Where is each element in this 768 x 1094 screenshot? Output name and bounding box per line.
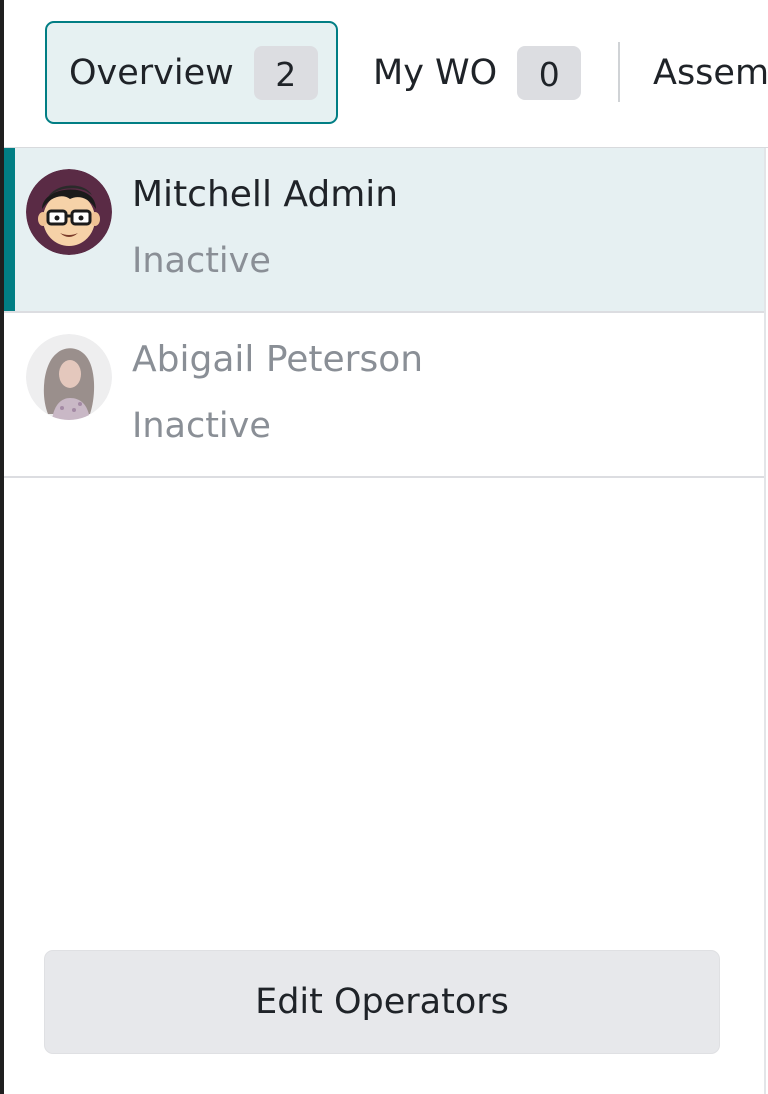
tab-overview[interactable]: Overview 2 (45, 21, 338, 124)
tab-my-wo-label: My WO (373, 52, 498, 93)
tab-separator (618, 42, 620, 102)
operator-name: Abigail Peterson (132, 339, 424, 380)
right-edge-divider (764, 148, 766, 1094)
operator-status: Inactive (132, 406, 271, 446)
operator-row-abigail-peterson[interactable]: Abigail Peterson Inactive (4, 313, 764, 478)
operator-row-mitchell-admin[interactable]: Mitchell Admin Inactive (4, 148, 764, 313)
edit-operators-button[interactable]: Edit Operators (44, 950, 720, 1054)
filter-bar: Overview 2 My WO 0 Assem (4, 0, 768, 148)
operator-status: Inactive (132, 241, 271, 281)
tab-my-wo-count-badge: 0 (517, 45, 582, 100)
tab-assembly-label: Assem (653, 52, 768, 93)
operator-name: Mitchell Admin (132, 174, 399, 215)
photo-avatar-icon (26, 334, 112, 420)
cartoon-avatar-icon (26, 169, 112, 255)
tab-overview-count-badge: 2 (253, 45, 318, 100)
operator-list: Mitchell Admin Inactive Abigail Peterson… (4, 148, 764, 478)
workcenter-panel: Overview 2 My WO 0 Assem Mitchell Admin … (0, 0, 768, 1094)
mitchell-admin-avatar (26, 169, 112, 255)
tab-overview-label: Overview (69, 52, 234, 93)
tab-my-wo[interactable]: My WO 0 (373, 21, 582, 124)
abigail-peterson-avatar (26, 334, 112, 420)
tab-assembly[interactable]: Assem (653, 21, 768, 124)
